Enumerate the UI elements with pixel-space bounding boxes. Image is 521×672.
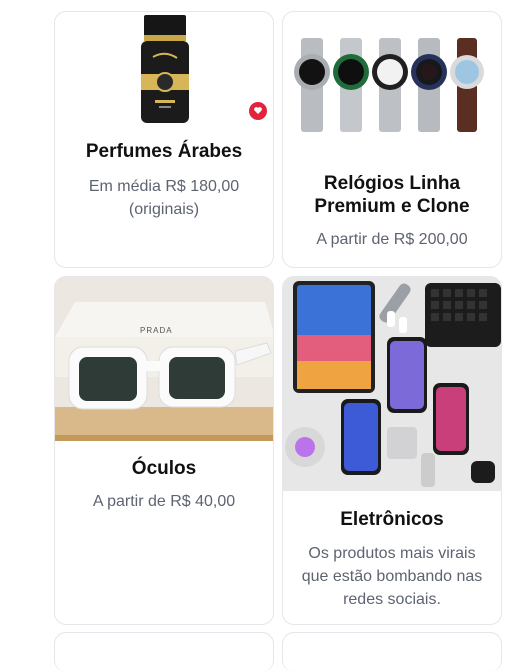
product-card-electronics[interactable]: Eletrônicos Os produtos mais virais que …	[282, 276, 502, 625]
electronics-image	[283, 277, 501, 491]
watches-image	[283, 12, 501, 142]
product-card-watches[interactable]: Relógios Linha Premium e Clone A partir …	[282, 11, 502, 268]
heart-badge-icon	[249, 102, 267, 120]
card-description: Em média R$ 180,00 (originais)	[88, 178, 240, 218]
product-card-partial-right[interactable]	[282, 632, 502, 672]
card-title: Eletrônicos	[340, 509, 444, 530]
card-title: Perfumes Árabes	[85, 141, 243, 162]
card-title: Óculos	[131, 458, 197, 479]
perfume-image	[55, 12, 273, 137]
sunglasses-image: PRADA	[55, 277, 273, 441]
card-description: A partir de R$ 40,00	[92, 493, 236, 510]
svg-text:PRADA: PRADA	[140, 326, 173, 335]
product-card-perfumes[interactable]: Perfumes Árabes Em média R$ 180,00 (orig…	[54, 11, 274, 268]
card-description: Os produtos mais virais que estão bomban…	[301, 545, 483, 608]
product-card-partial-left[interactable]	[54, 632, 274, 672]
card-description: A partir de R$ 200,00	[316, 231, 468, 248]
product-card-glasses[interactable]: PRADA Óculos A partir de R$ 40,00	[54, 276, 274, 625]
card-title: Relógios Linha Premium e Clone	[314, 173, 470, 217]
